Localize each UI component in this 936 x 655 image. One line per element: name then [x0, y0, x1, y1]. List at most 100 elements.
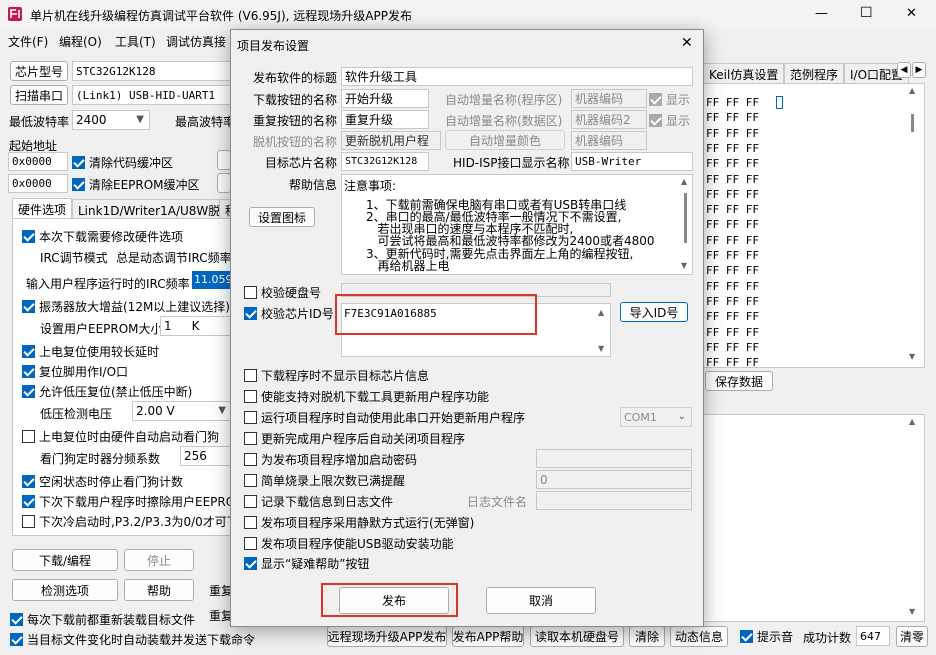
- import-id-button[interactable]: 导入ID号: [620, 302, 688, 322]
- scroll-down-icon[interactable]: ▼: [909, 352, 915, 361]
- publish-title-input[interactable]: 软件升级工具: [341, 67, 693, 86]
- start-addr-input-2[interactable]: 0x0000: [8, 174, 68, 193]
- stop-button[interactable]: 停止: [124, 549, 194, 571]
- irc-freq-input[interactable]: 11.0592: [192, 271, 232, 289]
- hex-scrollbar[interactable]: ▲ ▼: [903, 84, 923, 367]
- clear-count-button[interactable]: 清零: [896, 626, 928, 647]
- hide-chip-info-checkbox[interactable]: 下载程序时不显示目标芯片信息: [244, 367, 429, 384]
- p32-p33-checkbox[interactable]: 下次冷启动时,P3.2/P3.3为0/0才可下: [22, 513, 239, 530]
- clear-button[interactable]: 清除: [629, 626, 665, 647]
- set-icon-button[interactable]: 设置图标: [249, 207, 315, 227]
- menu-tools[interactable]: 工具(T): [115, 33, 156, 50]
- log-scrollbar[interactable]: ▲ ▼: [903, 415, 923, 621]
- scroll-thumb[interactable]: [684, 193, 687, 243]
- help-scrollbar[interactable]: ▲ ▼: [678, 175, 692, 274]
- remote-publish-button[interactable]: 远程现场升级APP发布: [327, 626, 447, 647]
- chip-type-button[interactable]: 芯片型号: [10, 61, 68, 81]
- scroll-thumb[interactable]: [911, 114, 914, 132]
- tab-examples[interactable]: 范例程序: [784, 63, 845, 85]
- silent-mode-checkbox[interactable]: 发布项目程序采用静默方式运行(无弹窗): [244, 514, 474, 531]
- osc-gain-checkbox[interactable]: 振荡器放大增益(12M以上建议选择): [22, 298, 230, 315]
- repeat-btn-name-input[interactable]: 重复升级: [341, 110, 429, 129]
- side-button-1[interactable]: [217, 150, 231, 170]
- burn-limit-checkbox[interactable]: 简单烧录上限次数已满提醒: [244, 472, 405, 489]
- scan-port-button[interactable]: 扫描串口: [10, 85, 68, 105]
- verify-disk-checkbox[interactable]: 校验硬盘号: [244, 284, 321, 301]
- com-port-select[interactable]: COM1 ⌄: [620, 407, 692, 427]
- port-select[interactable]: (Link1) USB-HID-UART1: [72, 85, 232, 105]
- hex-line: FF FF FF: [706, 218, 759, 232]
- auto-port-update-checkbox[interactable]: 运行项目程序时自动使用此串口开始更新用户程序: [244, 409, 525, 426]
- erase-eeprom-checkbox[interactable]: 下次下载用户程序时擦除用户EEPROM: [22, 493, 246, 510]
- tab-hardware-options[interactable]: 硬件选项: [12, 198, 73, 220]
- log-to-file-checkbox[interactable]: 记录下载信息到日志文件: [244, 493, 393, 510]
- clear-code-checkbox[interactable]: 清除代码缓冲区: [72, 154, 173, 171]
- auto-inc-color-button[interactable]: 自动增量颜色: [445, 130, 565, 150]
- publish-help-button[interactable]: 发布APP帮助: [452, 626, 524, 647]
- machine-code-1-input[interactable]: 机器编码: [571, 89, 647, 108]
- lvr-checkbox[interactable]: 允许低压复位(禁止低压中断): [22, 383, 192, 400]
- scroll-down-icon[interactable]: ▼: [909, 607, 915, 616]
- eeprom-size-select[interactable]: 1K: [160, 316, 232, 336]
- reset-io-checkbox[interactable]: 复位脚用作I/O口: [22, 363, 128, 380]
- check-options-button[interactable]: 检测选项: [12, 579, 118, 601]
- save-data-button[interactable]: 保存数据: [705, 371, 773, 391]
- target-chip-input[interactable]: STC32G12K128: [341, 152, 429, 171]
- offline-update-checkbox[interactable]: 使能支持对脱机下载工具更新用户程序功能: [244, 388, 489, 405]
- password-input[interactable]: [536, 449, 692, 468]
- help-info-textarea[interactable]: 注意事项: 1、下载前需确保电脑有串口或者有USB转串口线 2、串口的最高/最低…: [341, 174, 693, 275]
- dynamic-info-button[interactable]: 动态信息: [670, 626, 728, 647]
- menu-debug[interactable]: 调试仿真接: [166, 33, 226, 50]
- log-output[interactable]: ▲ ▼: [703, 414, 925, 622]
- irc-mode-value[interactable]: 总是动态调节IRC频率: [116, 249, 232, 266]
- machine-code-2-input[interactable]: 机器编码2: [571, 110, 647, 129]
- auto-send-checkbox[interactable]: 当目标文件变化时自动装载并发送下载命令: [10, 631, 255, 648]
- tab-scroll-left[interactable]: ◀: [897, 62, 911, 78]
- scroll-up-icon[interactable]: ▲: [598, 308, 604, 317]
- minimize-button[interactable]: —: [815, 6, 828, 21]
- hid-name-input[interactable]: USB-Writer: [571, 152, 693, 171]
- wdt-div-select[interactable]: 256: [180, 446, 232, 466]
- por-delay-checkbox[interactable]: 上电复位使用较长延时: [22, 343, 159, 360]
- lvd-select[interactable]: 2.00 V ▼: [132, 401, 232, 421]
- startup-password-checkbox[interactable]: 为发布项目程序增加启动密码: [244, 451, 417, 468]
- menu-file[interactable]: 文件(F): [8, 33, 48, 50]
- modify-hw-checkbox[interactable]: 本次下载需要修改硬件选项: [22, 228, 183, 245]
- min-baud-select[interactable]: 2400 ▼: [72, 110, 150, 130]
- side-button-2[interactable]: [217, 173, 231, 193]
- auto-close-checkbox[interactable]: 更新完成用户程序后自动关闭项目程序: [244, 430, 465, 447]
- hex-buffer-view[interactable]: FF FF FF FF FF FF FF FF FF FF FF FF FF FF FF…: [703, 83, 925, 369]
- verify-chip-id-checkbox[interactable]: 校验芯片ID号: [244, 305, 334, 322]
- clear-eeprom-checkbox[interactable]: 清除EEPROM缓冲区: [72, 176, 200, 193]
- menu-program[interactable]: 编程(O): [59, 33, 102, 50]
- tab-keil-sim[interactable]: Keil仿真设置: [703, 63, 785, 85]
- log-file-name-input[interactable]: [536, 491, 692, 510]
- usb-driver-checkbox[interactable]: 发布项目程序使能USB驱动安装功能: [244, 535, 454, 552]
- wdt-idle-checkbox[interactable]: 空闲状态时停止看门狗计数: [22, 473, 183, 490]
- help-button[interactable]: 帮助: [124, 579, 194, 601]
- reload-each-checkbox[interactable]: 每次下载前都重新装载目标文件: [10, 611, 195, 628]
- wdt-auto-checkbox[interactable]: 上电复位时由硬件自动启动看门狗: [22, 428, 219, 445]
- beep-checkbox[interactable]: 提示音: [740, 628, 793, 645]
- scroll-up-icon[interactable]: ▲: [909, 86, 915, 95]
- scroll-up-icon[interactable]: ▲: [681, 177, 687, 186]
- cancel-button[interactable]: 取消: [486, 587, 596, 614]
- start-addr-input-1[interactable]: 0x0000: [8, 152, 68, 171]
- show-2-checkbox[interactable]: 显示: [649, 112, 690, 129]
- download-btn-name-input[interactable]: 开始升级: [341, 89, 429, 108]
- tab-scroll-right[interactable]: ▶: [912, 62, 926, 78]
- show-1-checkbox[interactable]: 显示: [649, 91, 690, 108]
- scroll-down-icon[interactable]: ▼: [598, 344, 604, 353]
- read-disk-button[interactable]: 读取本机硬盘号: [530, 626, 624, 647]
- download-program-button[interactable]: 下载/编程: [12, 549, 118, 571]
- scroll-down-icon[interactable]: ▼: [681, 261, 687, 270]
- burn-limit-input[interactable]: 0: [536, 470, 692, 489]
- scroll-up-icon[interactable]: ▲: [909, 417, 915, 426]
- close-window-button[interactable]: ✕: [906, 6, 917, 21]
- dialog-close-button[interactable]: ✕: [681, 35, 693, 51]
- chip-type-select[interactable]: STC32G12K128: [72, 61, 232, 81]
- maximize-button[interactable]: ☐: [860, 5, 873, 21]
- machine-code-3-input[interactable]: 机器编码: [571, 131, 647, 150]
- offline-btn-name-input[interactable]: 更新脱机用户程: [341, 131, 441, 150]
- show-help-button-checkbox[interactable]: 显示“疑难帮助”按钮: [244, 555, 369, 572]
